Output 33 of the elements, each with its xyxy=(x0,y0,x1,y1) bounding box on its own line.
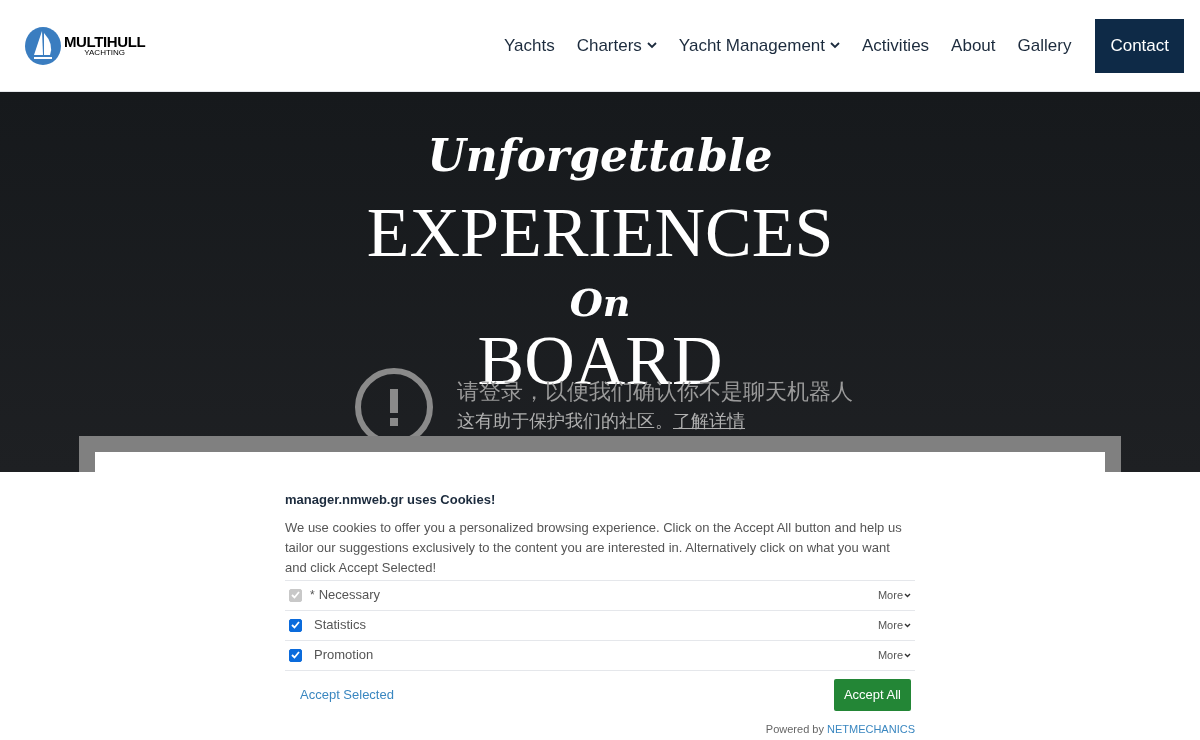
nav-link[interactable]: About xyxy=(951,32,996,59)
powered-by-text: Powered by NETMECHANICS xyxy=(764,721,915,737)
accept-selected-link[interactable]: Accept Selected xyxy=(300,684,394,705)
accept-all-button[interactable]: Accept All xyxy=(833,678,911,711)
logo-subtitle: YACHTING xyxy=(84,49,126,57)
hero-text: On xyxy=(569,284,631,322)
contact-button[interactable]: Contact xyxy=(1095,18,1184,73)
option-label: Necessary xyxy=(318,586,381,605)
chevron-down-icon xyxy=(830,42,841,49)
checkbox[interactable] xyxy=(289,618,302,632)
netmechanics-link[interactable]: NETMECHANICS xyxy=(827,722,915,735)
chevron-down-icon xyxy=(904,622,911,628)
hero-heading: EXPERIENCES xyxy=(366,198,834,268)
chevron-down-icon xyxy=(904,592,911,598)
sailboat-logo-icon xyxy=(24,25,62,66)
option-label: Promotion xyxy=(314,646,374,665)
chevron-down-icon xyxy=(646,42,657,49)
nav-link[interactable]: Gallery xyxy=(1017,32,1072,59)
required-mark: * xyxy=(310,587,315,604)
more-link[interactable]: More xyxy=(877,646,911,664)
checkbox[interactable] xyxy=(289,648,302,662)
more-link[interactable]: More xyxy=(877,616,911,634)
nav-link[interactable]: Yachts xyxy=(503,32,555,59)
logo-title: MULTIHULL xyxy=(64,34,146,49)
nav-link[interactable]: Activities xyxy=(862,32,930,59)
chevron-down-icon xyxy=(904,652,911,658)
notice-text: 这有助于保护我们的社区。了解详情 xyxy=(457,409,746,432)
learn-more-link[interactable]: 了解详情 xyxy=(673,410,745,431)
nav-link[interactable]: Charters xyxy=(576,32,657,59)
cookie-text: We use cookies to offer you a personalized browsing experience. Click on the Accept All button and help us tailor our suggestions exclusively to the content you are interested in. Alternatively click on what you want and click Accept Selected! xyxy=(285,518,903,577)
nav-link[interactable]: Yacht Management xyxy=(678,32,841,59)
option-label: Statistics xyxy=(314,616,366,635)
cookie-title: manager.nmweb.gr uses Cookies! xyxy=(285,491,497,509)
